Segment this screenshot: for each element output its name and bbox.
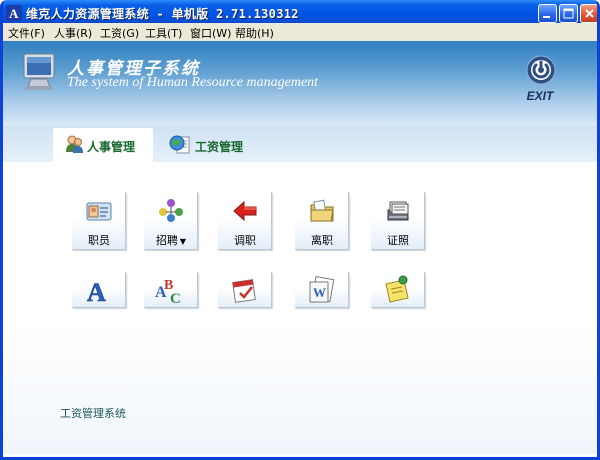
menu-tools[interactable]: 工具(T) <box>145 25 182 41</box>
close-button[interactable] <box>580 4 597 23</box>
employee-button[interactable]: 职员 <box>72 192 126 250</box>
id-card-icon <box>86 202 112 221</box>
word-document-icon: W <box>309 276 335 303</box>
sticky-note-icon <box>385 275 409 303</box>
exit-button[interactable]: EXIT <box>521 55 559 105</box>
certificate-label: 证照 <box>387 234 409 247</box>
svg-text:W: W <box>313 285 326 300</box>
globe-document-icon <box>169 135 190 154</box>
subsystem-subtitle: The system of Human Resource management <box>67 75 319 90</box>
tab-salary-label: 工资管理 <box>195 140 244 154</box>
folder-exit-icon <box>310 199 334 222</box>
word-doc-button[interactable]: W <box>295 272 349 308</box>
abc-button[interactable]: A B C <box>144 272 198 308</box>
tab-personnel-label: 人事管理 <box>87 140 136 154</box>
transfer-label: 调职 <box>234 234 256 247</box>
salary-system-link[interactable]: 工资管理系统 <box>60 405 126 421</box>
users-icon <box>66 135 83 153</box>
red-arrow-icon <box>233 200 257 222</box>
resign-label: 离职 <box>311 234 333 247</box>
menu-window[interactable]: 窗口(W) <box>190 25 231 41</box>
recruit-text: 招聘 <box>155 234 178 247</box>
people-recruit-icon <box>159 199 183 222</box>
maximize-icon <box>563 8 574 19</box>
font-a-button[interactable]: A <box>72 272 126 308</box>
menu-personnel[interactable]: 人事(R) <box>54 25 92 41</box>
employee-label: 职员 <box>88 234 110 247</box>
minimize-icon <box>543 16 550 18</box>
main-window: A 维克人力资源管理系统 - 单机版 2.71.130312 文件(F) 人事(… <box>0 0 600 460</box>
close-icon <box>585 9 594 18</box>
recruit-button[interactable]: 招聘 ▼ <box>144 192 198 250</box>
window-title: 维克人力资源管理系统 - 单机版 2.71.130312 <box>26 7 299 21</box>
calendar-button[interactable] <box>218 272 272 308</box>
exit-label: EXIT <box>526 89 554 103</box>
monitor-icon <box>23 53 55 90</box>
resign-button[interactable]: 离职 <box>295 192 349 250</box>
app-logo-icon: A <box>6 5 22 21</box>
exit-icon <box>526 55 556 85</box>
tab-personnel[interactable]: 人事管理 <box>53 128 153 162</box>
svg-text:A: A <box>87 278 106 304</box>
transfer-button[interactable]: 调职 <box>218 192 272 250</box>
menu-help[interactable]: 帮助(H) <box>235 25 274 41</box>
menu-file[interactable]: 文件(F) <box>8 25 45 41</box>
certificate-button[interactable]: 证照 <box>371 192 425 250</box>
menu-salary[interactable]: 工资(G) <box>100 25 139 41</box>
recruit-label: 招聘 ▼ <box>144 232 198 248</box>
maximize-button[interactable] <box>559 4 578 23</box>
svg-text:C: C <box>170 291 181 305</box>
sticky-note-button[interactable] <box>371 272 425 308</box>
menu-bar: 文件(F) 人事(R) 工资(G) 工具(T) 窗口(W) 帮助(H) <box>3 23 597 41</box>
letter-a-icon: A <box>87 278 107 304</box>
abc-icon: A B C <box>155 278 181 305</box>
svg-text:A: A <box>9 6 19 21</box>
dropdown-caret-icon[interactable]: ▼ <box>180 237 186 246</box>
header-banner: 人事管理子系统 The system of Human Resource man… <box>3 41 597 126</box>
minimize-button[interactable] <box>538 4 557 23</box>
certificate-stack-icon <box>387 201 409 221</box>
tab-salary[interactable]: 工资管理 <box>165 128 265 162</box>
calendar-icon <box>232 279 256 303</box>
